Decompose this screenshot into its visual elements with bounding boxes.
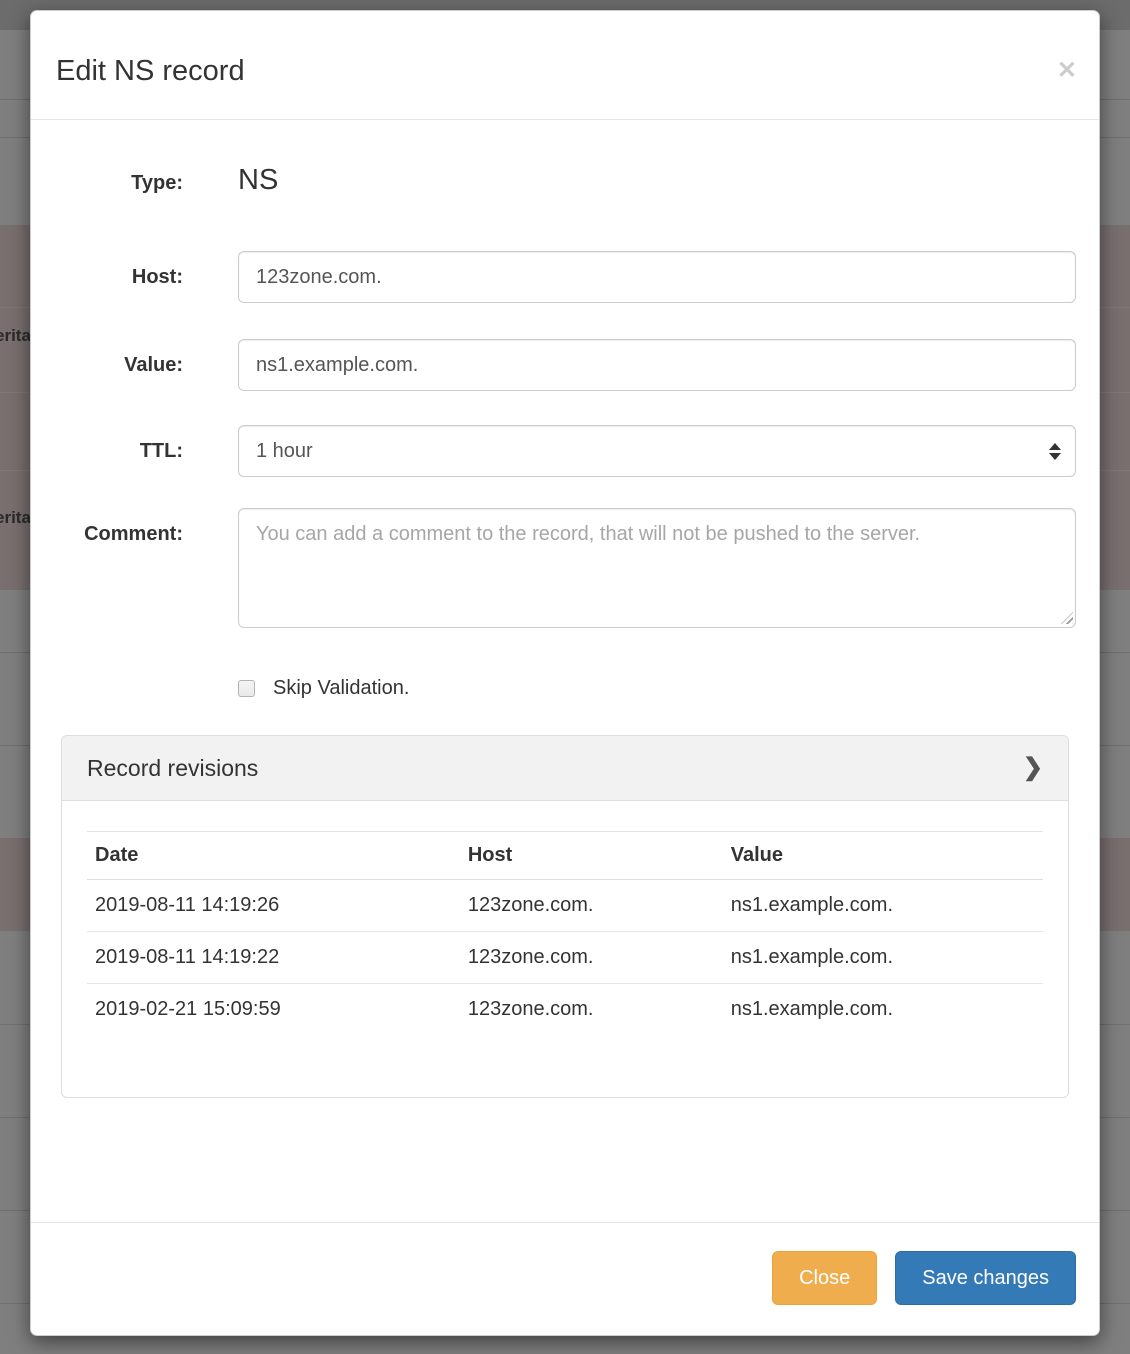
host-field-row: Host: [54,251,1076,303]
revision-value: ns1.example.com. [723,932,1043,984]
value-field-row: Value: [54,339,1076,391]
select-stepper-icon [1049,443,1061,460]
skip-validation-row: Skip Validation. [238,676,1076,700]
table-row: 2019-02-21 15:09:59 123zone.com. ns1.exa… [87,984,1043,1036]
record-revisions-title: Record revisions [87,754,258,782]
type-label: Type: [54,172,183,195]
revision-date: 2019-02-21 15:09:59 [87,984,460,1036]
revision-value: ns1.example.com. [723,880,1043,932]
revision-host: 123zone.com. [460,932,723,984]
host-label: Host: [54,266,183,289]
revision-date: 2019-08-11 14:19:22 [87,932,460,984]
chevron-right-icon[interactable]: ❯ [1023,756,1043,780]
column-header-date: Date [87,832,460,880]
modal-body: Type: NS Host: Value: TTL: 1 hour [31,120,1099,1098]
comment-textarea[interactable] [238,508,1076,628]
revisions-table: Date Host Value 2019-08-11 14:19:26 123z… [87,831,1043,1035]
modal-header: Edit NS record ✕ [31,11,1099,120]
table-row: 2019-08-11 14:19:26 123zone.com. ns1.exa… [87,880,1043,932]
modal-footer: Close Save changes [31,1222,1099,1335]
value-input[interactable] [238,339,1076,391]
record-revisions-header[interactable]: Record revisions ❯ [62,736,1068,801]
value-label: Value: [54,354,183,377]
column-header-host: Host [460,832,723,880]
ttl-label: TTL: [54,440,183,463]
type-value: NS [238,164,1076,196]
ttl-select[interactable]: 1 hour [238,425,1076,477]
save-changes-button[interactable]: Save changes [895,1251,1076,1305]
close-button[interactable]: Close [772,1251,877,1305]
table-row: 2019-08-11 14:19:22 123zone.com. ns1.exa… [87,932,1043,984]
close-icon[interactable]: ✕ [1057,61,1077,81]
type-field-row: Type: NS [54,164,1076,196]
edit-ns-record-modal: Edit NS record ✕ Type: NS Host: Value: [30,10,1100,1336]
record-revisions-body: Date Host Value 2019-08-11 14:19:26 123z… [62,801,1068,1097]
skip-validation-checkbox[interactable] [238,680,255,697]
screen: erita erita Edit NS record ✕ Type: NS Ho… [0,0,1130,1354]
modal-title: Edit NS record [56,56,1074,86]
revision-date: 2019-08-11 14:19:26 [87,880,460,932]
column-header-value: Value [723,832,1043,880]
ttl-field-row: TTL: 1 hour [54,425,1076,477]
revision-value: ns1.example.com. [723,984,1043,1036]
revision-host: 123zone.com. [460,984,723,1036]
revisions-table-header-row: Date Host Value [87,832,1043,880]
host-input[interactable] [238,251,1076,303]
record-revisions-panel: Record revisions ❯ Date Host Value [61,735,1069,1098]
ttl-selected-option: 1 hour [256,440,313,463]
revision-host: 123zone.com. [460,880,723,932]
comment-label: Comment: [54,523,183,546]
comment-field-row: Comment: [54,508,1076,628]
skip-validation-label: Skip Validation. [273,676,409,700]
